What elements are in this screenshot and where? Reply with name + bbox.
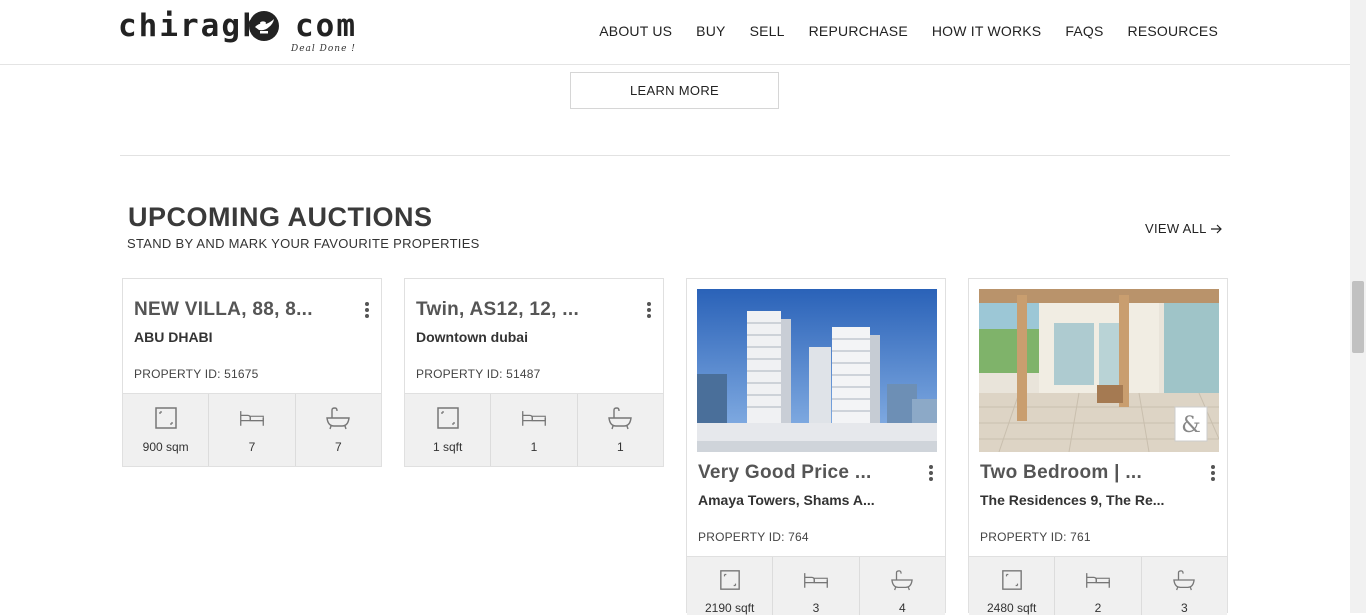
svg-text:&: & xyxy=(1181,413,1201,438)
property-stats: 1 sqft 1 1 xyxy=(405,393,663,466)
view-all-label: VIEW ALL xyxy=(1145,221,1207,236)
stat-bedrooms: 2 xyxy=(1055,557,1142,615)
area-icon xyxy=(154,407,177,429)
property-title: Twin, AS12, 12, ... xyxy=(416,299,580,320)
property-id: PROPERTY ID: 764 xyxy=(698,530,809,544)
site-logo[interactable]: chiragh com Deal Done ! xyxy=(118,8,358,58)
scrollbar-thumb[interactable] xyxy=(1352,281,1364,353)
bathtub-icon xyxy=(891,570,914,591)
stat-bedrooms: 1 xyxy=(491,394,578,466)
learn-more-button[interactable]: LEARN MORE xyxy=(570,72,779,109)
bed-icon xyxy=(522,411,546,426)
property-id: PROPERTY ID: 761 xyxy=(980,530,1091,544)
property-location: The Residences 9, The Re... xyxy=(980,492,1165,508)
nav-faqs[interactable]: FAQS xyxy=(1065,23,1103,39)
view-all-link[interactable]: VIEW ALL xyxy=(1145,221,1223,236)
towers-photo xyxy=(697,289,937,452)
property-location: ABU DHABI xyxy=(134,329,213,345)
bed-icon xyxy=(1086,573,1110,588)
nav-sell[interactable]: SELL xyxy=(750,23,785,39)
stat-bathrooms: 7 xyxy=(296,394,381,466)
property-stats: 900 sqm 7 7 xyxy=(123,393,381,466)
property-id: PROPERTY ID: 51487 xyxy=(416,367,541,381)
more-options-icon[interactable] xyxy=(647,302,651,318)
area-icon xyxy=(436,407,459,429)
section-divider xyxy=(120,155,1230,156)
property-title: Two Bedroom | ... xyxy=(980,462,1143,483)
property-card[interactable]: & Two Bedroom | ... The Residences 9, Th… xyxy=(968,278,1228,615)
bedrooms-value: 1 xyxy=(530,440,538,454)
logo-tagline: Deal Done ! xyxy=(291,44,356,54)
site-header: chiragh com Deal Done ! ABOUT US BUY SEL… xyxy=(0,0,1350,65)
stat-bathrooms: 1 xyxy=(578,394,663,466)
property-location: Amaya Towers, Shams A... xyxy=(698,492,875,508)
area-value: 1 sqft xyxy=(432,440,463,454)
property-image-towers[interactable] xyxy=(697,289,937,452)
nav-about-us[interactable]: ABOUT US xyxy=(599,23,672,39)
bathrooms-value: 7 xyxy=(334,440,342,454)
nav-resources[interactable]: RESOURCES xyxy=(1128,23,1218,39)
property-stats: 2480 sqft 2 3 xyxy=(969,556,1227,615)
stat-area: 2480 sqft xyxy=(969,557,1056,615)
property-stats: 2190 sqft 3 4 xyxy=(687,556,945,615)
nav-how-it-works[interactable]: HOW IT WORKS xyxy=(932,23,1041,39)
section-subtitle: STAND BY AND MARK YOUR FAVOURITE PROPERT… xyxy=(127,236,480,251)
area-icon xyxy=(1001,570,1022,590)
bathtub-icon xyxy=(1173,570,1196,591)
logo-text-right: com xyxy=(295,8,357,44)
property-image-terrace[interactable]: & xyxy=(979,289,1219,452)
stat-area: 1 sqft xyxy=(405,394,492,466)
page-scrollbar[interactable] xyxy=(1350,0,1366,613)
property-title: Very Good Price ... xyxy=(698,462,872,483)
bathrooms-value: 1 xyxy=(616,440,624,454)
more-options-icon[interactable] xyxy=(1211,465,1215,481)
stat-bedrooms: 7 xyxy=(209,394,296,466)
stat-bedrooms: 3 xyxy=(773,557,860,615)
stat-area: 2190 sqft xyxy=(687,557,774,615)
bathtub-icon xyxy=(326,407,351,430)
more-options-icon[interactable] xyxy=(929,465,933,481)
logo-text-left: chiragh xyxy=(118,8,263,44)
section-title: UPCOMING AUCTIONS xyxy=(128,202,433,232)
property-location: Downtown dubai xyxy=(416,329,528,345)
property-id: PROPERTY ID: 51675 xyxy=(134,367,259,381)
stat-bathrooms: 3 xyxy=(1142,557,1227,615)
area-value: 900 sqm xyxy=(142,440,189,454)
property-card[interactable]: Very Good Price ... Amaya Towers, Shams … xyxy=(686,278,946,615)
terrace-photo: & xyxy=(979,289,1219,452)
nav-buy[interactable]: BUY xyxy=(696,23,725,39)
bedrooms-value: 7 xyxy=(248,440,256,454)
property-card[interactable]: NEW VILLA, 88, 8... ABU DHABI PROPERTY I… xyxy=(122,278,382,467)
bed-icon xyxy=(804,573,828,588)
stat-bathrooms: 4 xyxy=(860,557,945,615)
more-options-icon[interactable] xyxy=(365,302,369,318)
nav-repurchase[interactable]: REPURCHASE xyxy=(809,23,908,39)
property-title: NEW VILLA, 88, 8... xyxy=(134,299,313,320)
bed-icon xyxy=(240,411,264,426)
main-nav: ABOUT US BUY SELL REPURCHASE HOW IT WORK… xyxy=(599,23,1218,39)
stat-area: 900 sqm xyxy=(123,394,210,466)
lamp-logo-icon xyxy=(249,11,279,41)
property-card[interactable]: Twin, AS12, 12, ... Downtown dubai PROPE… xyxy=(404,278,664,467)
bathtub-icon xyxy=(608,407,633,430)
area-icon xyxy=(719,570,740,590)
arrow-right-icon xyxy=(1210,224,1222,233)
